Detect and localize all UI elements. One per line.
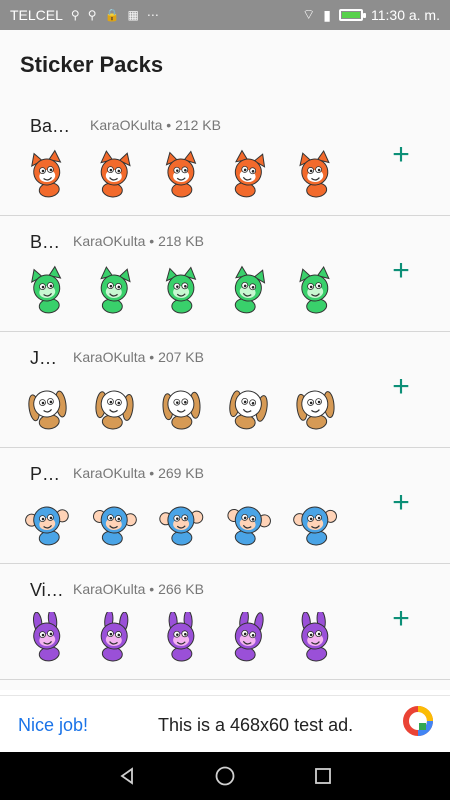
sticker-image	[162, 390, 201, 430]
more-icon: ⋯	[146, 8, 159, 22]
sticker-image	[100, 612, 129, 662]
sticker-row	[25, 380, 338, 430]
lock-icon: 🔒	[104, 8, 120, 22]
sticker-row	[25, 264, 338, 314]
pack-author: KaraOKulta	[73, 233, 146, 249]
status-right: ⌔ ▮ 11:30 a. m.	[302, 6, 440, 24]
pack-name: B…	[30, 232, 61, 252]
dot-separator: •	[166, 117, 176, 133]
pack-name: P…	[30, 464, 61, 484]
pack-item[interactable]: Ba… KaraOKulta • 212 KB +	[0, 100, 450, 216]
sticker-image	[95, 390, 134, 430]
sticker-image	[100, 150, 131, 198]
add-pack-button[interactable]: +	[386, 140, 416, 170]
pack-author: KaraOKulta	[73, 349, 146, 365]
sticker-image	[165, 266, 197, 314]
sticker-image	[33, 612, 61, 662]
sticker-image	[100, 266, 131, 314]
home-icon[interactable]	[213, 764, 237, 788]
pack-size: 212 KB	[175, 117, 221, 133]
pack-size: 269 KB	[158, 465, 204, 481]
pack-item[interactable]: Vi… KaraOKulta • 266 KB +	[0, 564, 450, 680]
status-left: TELCEL ⚲ ⚲ 🔒 ▦ ⋯	[10, 7, 159, 23]
pack-meta: KaraOKulta • 269 KB	[73, 465, 204, 481]
ad-banner[interactable]: Nice job! This is a 468x60 test ad.	[0, 695, 450, 752]
app-bar: Sticker Packs	[0, 30, 450, 100]
sticker-image	[293, 506, 337, 546]
pack-item[interactable]: B… KaraOKulta • 218 KB +	[0, 216, 450, 332]
pack-name: Ba…	[30, 116, 71, 136]
page-title: Sticker Packs	[20, 52, 164, 77]
pack-meta: KaraOKulta • 266 KB	[73, 581, 204, 597]
usb-icon: ⚲	[87, 8, 97, 22]
signal-icon: ▮	[323, 6, 331, 23]
recents-icon[interactable]	[311, 764, 335, 788]
sticker-image	[229, 390, 268, 430]
time-label: 11:30 a. m.	[370, 7, 440, 23]
ad-link-text[interactable]: Nice job!	[18, 715, 88, 736]
pack-author: KaraOKulta	[73, 465, 146, 481]
sticker-image	[234, 265, 266, 314]
sticker-image	[234, 612, 264, 662]
sticker-image	[28, 390, 67, 430]
add-pack-button[interactable]: +	[386, 256, 416, 286]
sticker-image	[31, 149, 62, 198]
sticker-image	[299, 149, 330, 198]
battery-icon	[338, 9, 366, 21]
back-icon[interactable]	[115, 764, 139, 788]
sticker-row	[25, 612, 338, 662]
carrier-label: TELCEL	[10, 7, 63, 23]
dot-separator: •	[149, 465, 159, 481]
add-pack-button[interactable]: +	[386, 372, 416, 402]
sticker-image	[234, 149, 266, 198]
add-pack-button[interactable]: +	[386, 604, 416, 634]
pack-meta: KaraOKulta • 207 KB	[73, 349, 204, 365]
sticker-image	[93, 506, 137, 546]
sticker-row	[25, 148, 338, 198]
pack-size: 218 KB	[158, 233, 204, 249]
sticker-image	[301, 612, 329, 662]
add-pack-button[interactable]: +	[386, 488, 416, 518]
sticker-image	[167, 612, 195, 662]
sticker-image	[25, 506, 69, 546]
wifi-icon: ⌔	[302, 6, 316, 22]
pack-name: Vi…	[30, 580, 64, 600]
pack-author: KaraOKulta	[73, 581, 146, 597]
status-bar: TELCEL ⚲ ⚲ 🔒 ▦ ⋯ ⌔ ▮ 11:30 a. m.	[0, 0, 450, 30]
pack-author: KaraOKulta	[90, 117, 163, 133]
ad-message: This is a 468x60 test ad.	[158, 715, 354, 735]
sticker-image	[227, 506, 271, 546]
pack-item[interactable]: P… KaraOKulta • 269 KB +	[0, 448, 450, 564]
sticker-image	[296, 390, 335, 430]
usb-icon: ⚲	[70, 8, 80, 22]
sticker-image	[165, 150, 197, 198]
sticker-row	[25, 496, 338, 546]
pack-meta: KaraOKulta • 218 KB	[73, 233, 204, 249]
image-icon: ▦	[127, 8, 139, 22]
sticker-image	[31, 265, 62, 314]
dot-separator: •	[149, 349, 159, 365]
dot-separator: •	[149, 233, 159, 249]
sticker-image	[299, 265, 330, 314]
pack-size: 266 KB	[158, 581, 204, 597]
pack-item[interactable]: J… KaraOKulta • 207 KB +	[0, 332, 450, 448]
pack-list[interactable]: Ba… KaraOKulta • 212 KB + B… KaraOKulta …	[0, 100, 450, 690]
sticker-image	[159, 506, 204, 546]
navigation-bar	[0, 752, 450, 800]
dot-separator: •	[149, 581, 159, 597]
pack-meta: KaraOKulta • 212 KB	[90, 117, 221, 133]
pack-size: 207 KB	[158, 349, 204, 365]
pack-name: J…	[30, 348, 57, 368]
adchoices-logo[interactable]	[402, 705, 434, 737]
